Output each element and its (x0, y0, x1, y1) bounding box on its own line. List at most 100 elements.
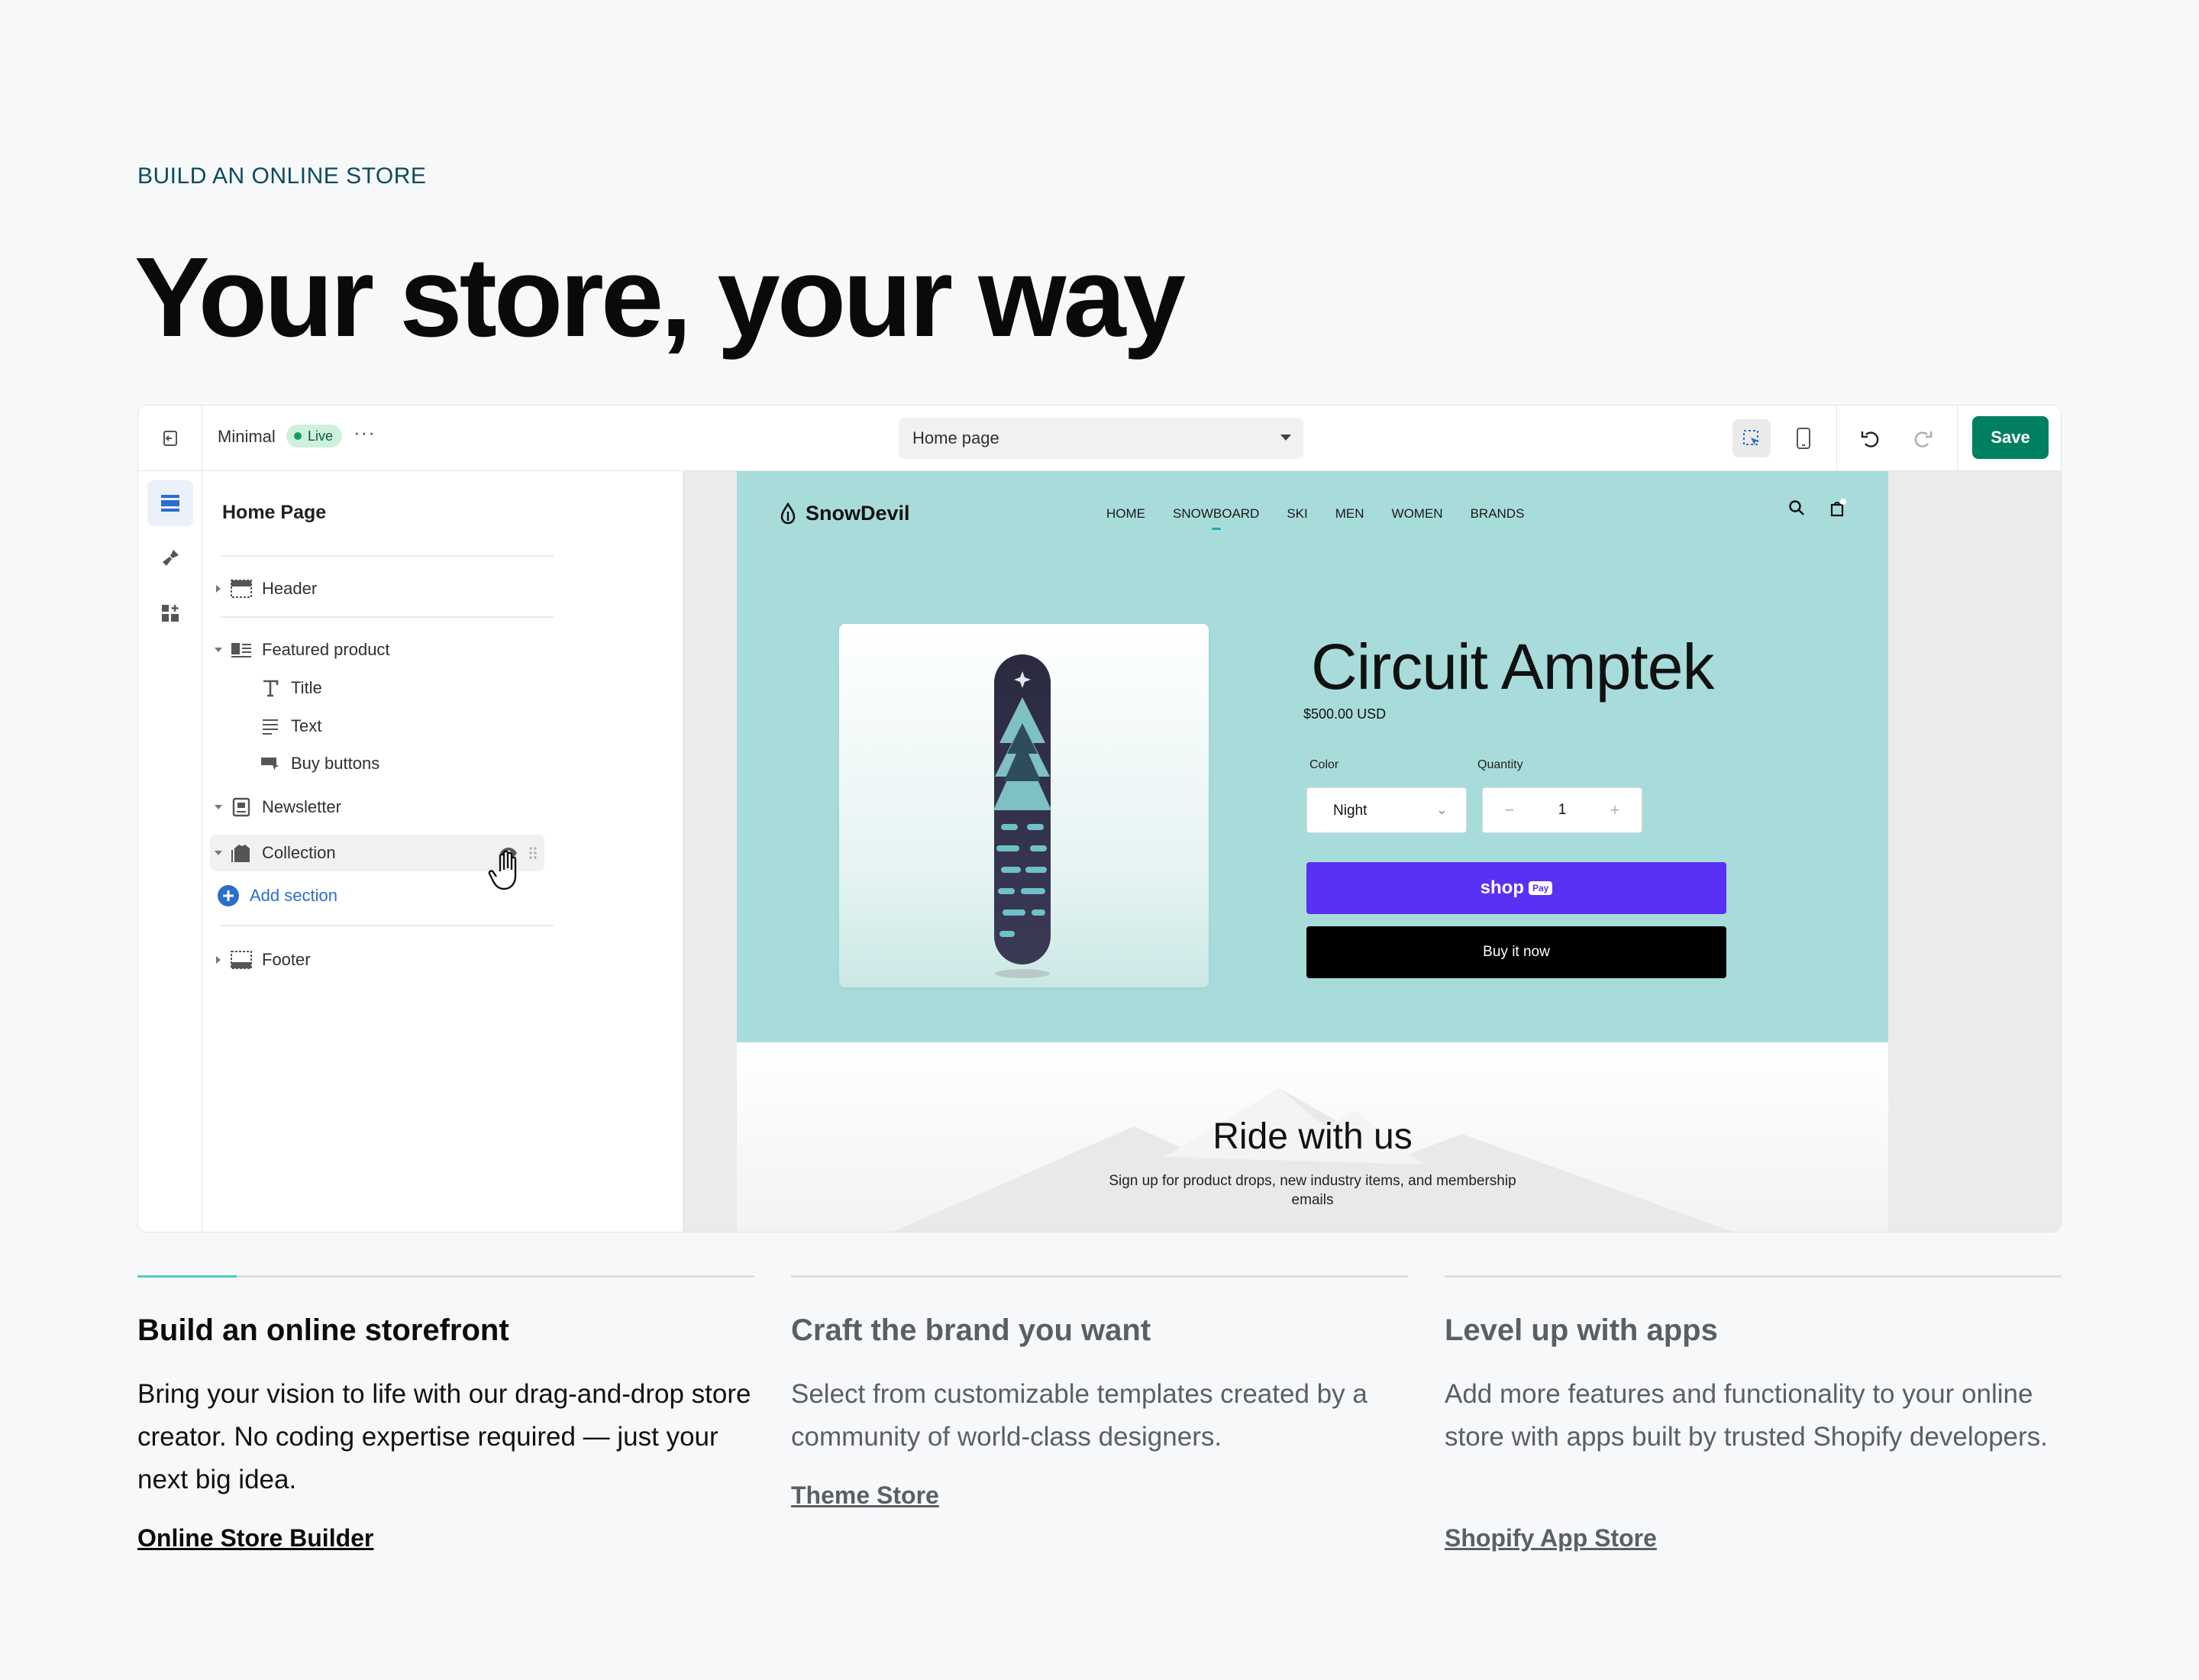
feature-body: Add more features and functionality to y… (1445, 1379, 2048, 1452)
collection-icon (231, 845, 250, 862)
feature-title[interactable]: Craft the brand you want (791, 1313, 1151, 1348)
theme-name: Minimal (218, 427, 276, 446)
divider (221, 555, 554, 557)
caret-down-icon (1280, 435, 1291, 441)
undo-button[interactable] (1852, 419, 1890, 457)
redo-button[interactable] (1904, 419, 1942, 457)
block-item-buy-buttons[interactable]: Buy buttons (256, 745, 590, 782)
section-label: Featured product (262, 640, 390, 659)
select-cursor-icon (1743, 430, 1758, 445)
paintbrush-icon (163, 550, 179, 566)
app-embeds-tab[interactable] (147, 590, 193, 636)
featured-product-icon (231, 643, 251, 657)
store-preview[interactable]: SnowDevil HOME SNOWBOARD SKI MEN WOMEN B… (737, 471, 1888, 1232)
online-store-builder-link[interactable]: Online Store Builder (137, 1524, 373, 1552)
divider (221, 616, 554, 618)
section-item-featured-product[interactable]: Featured product (210, 632, 544, 668)
pay-badge: Pay (1528, 881, 1553, 895)
block-label: Buy buttons (291, 754, 380, 773)
text-type-icon (263, 680, 279, 697)
section-item-newsletter[interactable]: Newsletter (210, 789, 544, 825)
nav-item-ski[interactable]: SKI (1287, 506, 1307, 522)
sections-sidebar: Home Page Header Featured product Title … (202, 471, 683, 1232)
chevron-right-icon (216, 585, 221, 593)
footer-section-icon (231, 951, 252, 969)
feature-body: Select from customizable templates creat… (791, 1379, 1368, 1452)
page-selector[interactable]: Home page (899, 418, 1303, 459)
save-button[interactable]: Save (1972, 416, 2049, 459)
section-label: Header (262, 579, 318, 598)
progress-track (1445, 1275, 2062, 1278)
buy-button-icon (261, 758, 279, 771)
add-section-button[interactable]: Add section (210, 877, 544, 914)
mobile-preview-button[interactable] (1784, 419, 1823, 457)
search-icon[interactable] (1787, 499, 1806, 517)
section-item-header[interactable]: Header (210, 570, 544, 607)
inspector-toggle-button[interactable] (1732, 419, 1771, 457)
featured-product-section[interactable]: SnowDevil HOME SNOWBOARD SKI MEN WOMEN B… (737, 471, 1888, 1042)
quantity-label: Quantity (1477, 758, 1523, 771)
store-nav: HOME SNOWBOARD SKI MEN WOMEN BRANDS (1106, 506, 1525, 530)
more-actions-button[interactable]: ··· (354, 421, 376, 444)
theme-store-link[interactable]: Theme Store (791, 1481, 939, 1510)
plus-circle-icon (218, 885, 239, 906)
section-label: Newsletter (262, 797, 341, 816)
snowboard-image (993, 654, 1051, 978)
feature-title[interactable]: Build an online storefront (137, 1313, 509, 1348)
progress-indicator (137, 1275, 237, 1278)
sections-icon (161, 495, 179, 512)
section-item-footer[interactable]: Footer (210, 942, 544, 978)
page-headline: Your store, your way (134, 234, 1186, 360)
apps-icon (162, 605, 179, 622)
quantity-value: 1 (1558, 802, 1567, 818)
chevron-down-icon (215, 851, 222, 855)
undo-icon (1861, 431, 1879, 447)
chevron-right-icon (216, 956, 221, 964)
block-item-title[interactable]: Title (256, 670, 590, 706)
drop-logo-icon (780, 502, 796, 524)
theme-editor-screenshot: Minimal Live ··· Home page Save Home Pag… (137, 405, 2062, 1233)
color-select[interactable]: Night ⌄ (1306, 787, 1467, 833)
section-label: Collection (262, 843, 336, 862)
shopify-app-store-link[interactable]: Shopify App Store (1445, 1524, 1657, 1552)
store-logo[interactable]: SnowDevil (780, 502, 910, 525)
newsletter-heading: Ride with us (1213, 1116, 1413, 1157)
sections-tab[interactable] (147, 480, 193, 526)
block-label: Title (291, 678, 322, 697)
product-title: Circuit Amptek (1311, 631, 1714, 703)
product-price: $500.00 USD (1303, 706, 1387, 722)
progress-track (791, 1275, 1408, 1278)
add-section-label: Add section (250, 886, 337, 905)
product-image[interactable] (839, 624, 1209, 987)
exit-editor-button[interactable] (138, 405, 202, 471)
buy-it-now-button[interactable]: Buy it now (1306, 926, 1726, 978)
newsletter-section[interactable]: Ride with us Sign up for product drops, … (737, 1042, 1888, 1232)
quantity-stepper[interactable]: − 1 + (1482, 787, 1642, 833)
editor-icon-rail (138, 471, 202, 1232)
decrease-quantity-button[interactable]: − (1505, 800, 1515, 820)
shop-pay-button[interactable]: shop Pay (1306, 862, 1726, 914)
nav-item-men[interactable]: MEN (1335, 506, 1364, 522)
paragraph-icon (263, 719, 278, 735)
color-label: Color (1309, 758, 1339, 771)
editor-topbar: Minimal Live ··· Home page Save (138, 405, 2061, 471)
feature-body: Bring your vision to life with our drag-… (137, 1379, 751, 1494)
chevron-down-icon (215, 648, 222, 652)
store-header-icons (1787, 499, 1847, 519)
increase-quantity-button[interactable]: + (1610, 800, 1620, 820)
section-label: Footer (262, 950, 311, 969)
theme-settings-tab[interactable] (147, 535, 193, 581)
nav-item-home[interactable]: HOME (1106, 506, 1145, 522)
block-item-text[interactable]: Text (256, 708, 590, 745)
divider (221, 925, 554, 926)
cart-icon[interactable] (1829, 499, 1847, 519)
toolbar-divider (1836, 405, 1837, 471)
color-select-value: Night (1333, 803, 1368, 819)
nav-item-snowboard[interactable]: SNOWBOARD (1173, 506, 1259, 530)
feature-title[interactable]: Level up with apps (1445, 1313, 1718, 1348)
section-eyebrow: BUILD AN ONLINE STORE (137, 163, 427, 189)
nav-item-women[interactable]: WOMEN (1392, 506, 1443, 522)
store-logo-text: SnowDevil (806, 502, 910, 525)
page-selector-value: Home page (912, 428, 999, 447)
nav-item-brands[interactable]: BRANDS (1471, 506, 1525, 522)
